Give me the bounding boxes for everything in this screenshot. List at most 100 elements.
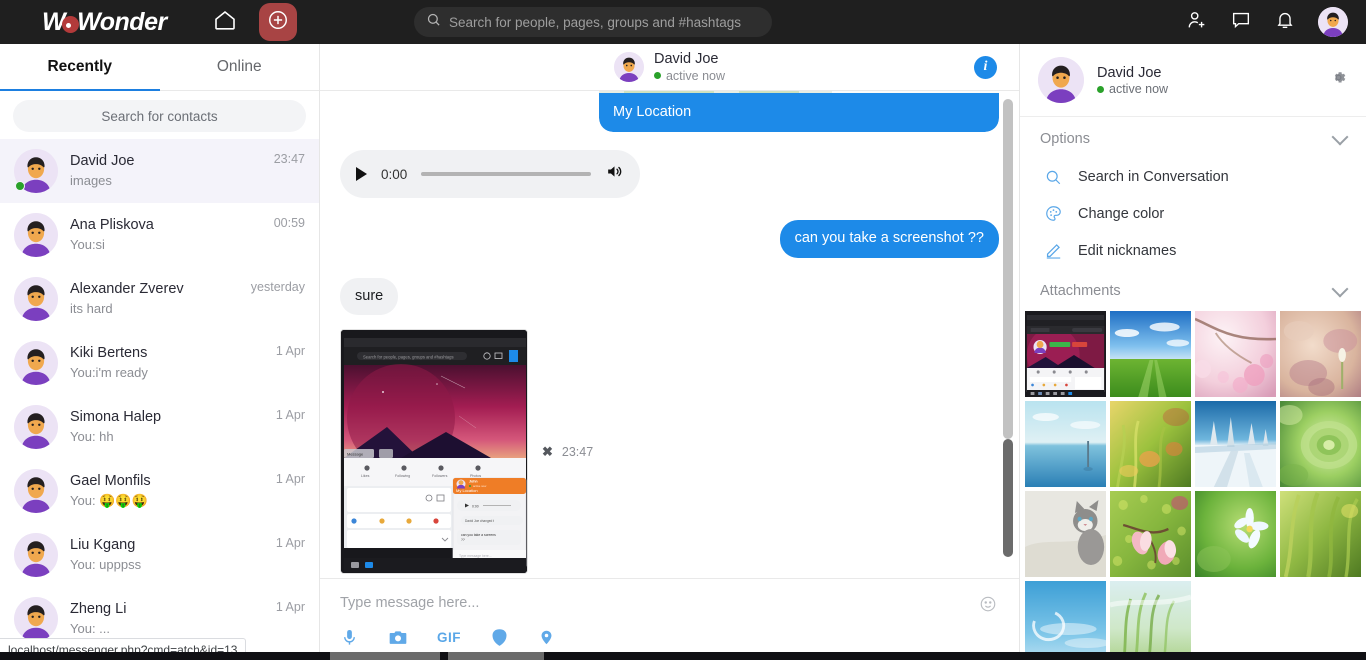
contact-item-david-joe[interactable]: David Joe images 23:47	[0, 139, 319, 203]
contact-last-message: images	[70, 172, 262, 190]
location-message[interactable]: Map data ©2020 Google Terms of Use My Lo…	[599, 91, 999, 132]
contact-name: Ana Pliskova	[70, 216, 262, 236]
global-search[interactable]	[414, 7, 772, 37]
svg-text:Photos: Photos	[470, 474, 481, 478]
attachment-thumb-snowdrop[interactable]	[1280, 311, 1361, 397]
avatar	[14, 533, 58, 577]
location-label: My Location	[599, 93, 999, 132]
contact-text: Gael Monfils You: 🤑🤑🤑	[70, 472, 264, 510]
option-label: Search in Conversation	[1078, 169, 1229, 185]
avatar	[614, 52, 644, 82]
screenshot-thumb-image	[1025, 311, 1106, 397]
create-button[interactable]	[259, 3, 297, 41]
contact-last-message: You: hh	[70, 428, 264, 446]
svg-text:Message: Message	[347, 452, 364, 457]
details-contact-name: David Joe	[1097, 64, 1168, 83]
messages-scrollbar[interactable]	[1003, 99, 1013, 570]
contact-item-kiki-bertens[interactable]: Kiki Bertens You:i'm ready 1 Apr	[0, 331, 319, 395]
close-icon[interactable]: ✖	[542, 444, 553, 460]
tab-online[interactable]: Online	[160, 44, 320, 90]
audio-current-time: 0:00	[381, 167, 407, 182]
emoji-icon[interactable]	[979, 595, 997, 618]
contact-avatar-wrapper	[14, 341, 58, 385]
add-friend-icon[interactable]	[1186, 9, 1208, 36]
volume-icon[interactable]	[605, 162, 624, 186]
conversation-header-identity[interactable]: David Joe active now	[614, 51, 725, 82]
attachment-thumb-white-flower[interactable]	[1195, 491, 1276, 577]
avatar[interactable]	[1318, 7, 1348, 37]
blossom-pink-thumb-image	[1195, 311, 1276, 397]
chevron-down-icon	[1332, 280, 1349, 297]
tab-recently[interactable]: Recently	[0, 44, 160, 90]
gear-icon[interactable]	[1329, 68, 1348, 92]
attachment-thumb-grass-blades[interactable]	[1280, 491, 1361, 577]
contact-text: Simona Halep You: hh	[70, 408, 264, 446]
message-row-location: Map data ©2020 Google Terms of Use My Lo…	[340, 91, 999, 132]
notifications-icon[interactable]	[1274, 9, 1296, 36]
contact-item-gael-monfils[interactable]: Gael Monfils You: 🤑🤑🤑 1 Apr	[0, 459, 319, 523]
messages-icon[interactable]	[1230, 9, 1252, 36]
option-edit-nicknames[interactable]: Edit nicknames	[1020, 232, 1366, 269]
audio-message-player[interactable]: 0:00	[340, 150, 640, 198]
mic-icon[interactable]	[340, 627, 359, 648]
attachment-thumb-snow-trees[interactable]	[1195, 401, 1276, 487]
attachment-thumb-blue-sky[interactable]	[1025, 581, 1106, 660]
info-icon[interactable]: i	[974, 56, 997, 79]
avatar	[14, 597, 58, 641]
avatar	[1038, 57, 1084, 103]
message-input[interactable]	[340, 589, 999, 621]
play-icon[interactable]	[356, 167, 367, 181]
brand-logo[interactable]: WWonder	[42, 0, 167, 44]
contact-item-liu-kgang[interactable]: Liu Kgang You: upppss 1 Apr	[0, 523, 319, 587]
contact-item-simona-halep[interactable]: Simona Halep You: hh 1 Apr	[0, 395, 319, 459]
attachment-thumb-succulent[interactable]	[1280, 401, 1361, 487]
scrollbar-thumb-upper[interactable]	[1003, 99, 1013, 439]
options-section-title: Options	[1040, 131, 1090, 147]
option-search-in-conversation[interactable]: Search in Conversation	[1020, 159, 1366, 195]
search-icon	[426, 12, 441, 32]
messages-scroll-area[interactable]: Map data ©2020 Google Terms of Use My Lo…	[320, 91, 1019, 578]
contact-item-alexander-zverev[interactable]: Alexander Zverev its hard yesterday	[0, 267, 319, 331]
option-label: Edit nicknames	[1078, 243, 1176, 259]
contact-last-message: its hard	[70, 300, 239, 318]
contact-name: Liu Kgang	[70, 536, 264, 556]
home-button[interactable]	[213, 8, 237, 37]
attachment-thumb-kitten[interactable]	[1025, 491, 1106, 577]
online-status-dot	[15, 181, 25, 191]
attachment-thumb-reeds[interactable]	[1110, 581, 1191, 660]
attachment-thumb-screenshot[interactable]	[1025, 311, 1106, 397]
contact-text: Liu Kgang You: upppss	[70, 536, 264, 574]
attachment-thumb-field-sky[interactable]	[1110, 311, 1191, 397]
location-icon[interactable]	[538, 627, 555, 648]
gif-icon[interactable]: GIF	[437, 630, 461, 645]
contact-time: 1 Apr	[276, 536, 305, 550]
conversation-panel: David Joe active now i	[320, 44, 1020, 660]
svg-text:David Joe changed t: David Joe changed t	[465, 519, 494, 523]
contact-last-message: You: 🤑🤑🤑	[70, 492, 264, 510]
attachment-thumb-magnolia[interactable]	[1110, 491, 1191, 577]
sticker-icon[interactable]	[489, 627, 510, 648]
option-change-color[interactable]: Change color	[1020, 195, 1366, 232]
contact-avatar-wrapper	[14, 405, 58, 449]
attachment-thumb-autumn-grass[interactable]	[1110, 401, 1191, 487]
svg-text:Following: Following	[395, 474, 410, 478]
message-bubble-incoming: sure	[340, 278, 398, 316]
attachment-thumb-blossom-pink[interactable]	[1195, 311, 1276, 397]
camera-icon[interactable]	[387, 628, 409, 648]
options-section-header[interactable]: Options	[1020, 117, 1366, 159]
screenshot-attachment-preview: Search for people, pages, groups and #ha…	[341, 330, 528, 574]
avatar	[14, 405, 58, 449]
message-row-audio: 0:00	[340, 150, 999, 198]
attachments-section-header[interactable]: Attachments	[1020, 269, 1366, 311]
contact-search-input[interactable]	[13, 100, 306, 132]
contact-item-ana-pliskova[interactable]: Ana Pliskova You:si 00:59	[0, 203, 319, 267]
svg-text:can you take a screens: can you take a screens	[461, 533, 496, 537]
attachment-thumb-calm-sea[interactable]	[1025, 401, 1106, 487]
audio-progress-track[interactable]	[421, 172, 591, 176]
image-attachment[interactable]: Search for people, pages, groups and #ha…	[340, 329, 528, 574]
tab-recently-label: Recently	[47, 58, 112, 76]
scrollbar-thumb[interactable]	[1003, 439, 1013, 557]
conversation-status-label: active now	[666, 69, 725, 83]
avatar	[14, 341, 58, 385]
global-search-input[interactable]	[449, 15, 760, 30]
